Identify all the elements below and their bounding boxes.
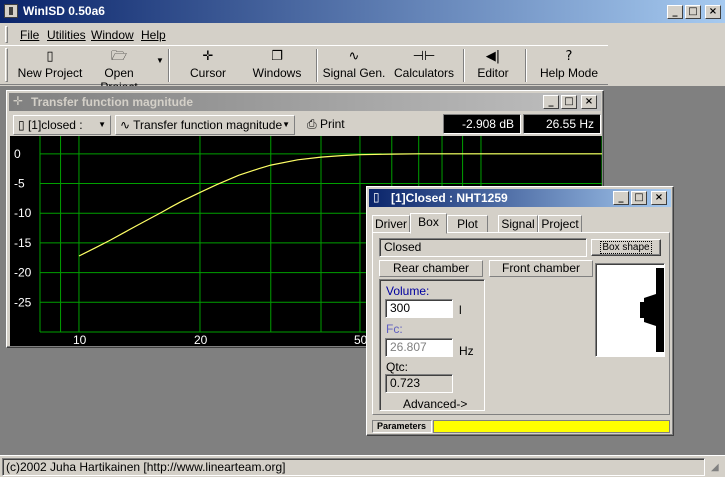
graph-select[interactable]: ∿ Transfer function magnitude ▼ [115, 115, 295, 135]
calculator-icon: ⊣⊢ [412, 49, 436, 64]
db-readout: -2.908 dB [443, 114, 521, 134]
box-shape-preview [595, 263, 665, 357]
box-type-select[interactable]: Closed [379, 238, 587, 257]
help-mode-button[interactable]: ? Help Mode [536, 48, 602, 84]
tab-box[interactable]: Box [410, 213, 447, 234]
chevron-down-icon: ▼ [282, 120, 290, 129]
maximize-icon[interactable]: □ [685, 5, 701, 19]
y-tick-label: -20 [14, 266, 32, 280]
menu-utilities[interactable]: Utilities [47, 28, 86, 42]
box-shape-button[interactable]: Box shape [591, 239, 661, 256]
fc-label: Fc: [386, 322, 403, 336]
menu-bar: File Utilities Window Help [0, 23, 725, 45]
y-tick-label: -15 [14, 236, 32, 250]
crosshair-icon: ✛ [13, 94, 24, 108]
maximize-icon[interactable]: □ [631, 191, 647, 205]
folder-icon: 🗁 [110, 49, 128, 64]
transfer-window-title-bar[interactable]: ✛ Transfer function magnitude _ □ × [9, 93, 601, 111]
box-properties-window: ▯ [1]Closed : NHT1259 _ □ × Driver Box P… [366, 186, 674, 436]
help-icon: ? [565, 49, 573, 64]
editor-button[interactable]: ◀| Editor [469, 48, 517, 84]
rear-chamber-button[interactable]: Rear chamber [379, 260, 483, 277]
qtc-label: Qtc: [386, 360, 409, 374]
fc-unit: Hz [459, 344, 474, 358]
y-tick-label: -5 [14, 177, 25, 191]
maximize-icon[interactable]: □ [561, 95, 577, 109]
menu-window[interactable]: Window [91, 28, 134, 42]
volume-input[interactable]: 300 [385, 299, 453, 318]
project-icon: ▯ [373, 190, 380, 204]
sine-wave-icon: ∿ [348, 49, 360, 64]
tab-driver[interactable]: Driver [372, 215, 410, 233]
speaker-icon: ◀| [485, 49, 501, 64]
new-project-icon: ▯ [46, 49, 54, 64]
tab-project[interactable]: Project [538, 215, 582, 233]
app-title-bar[interactable]: WinISD 0.50a6 _ □ × [0, 0, 725, 23]
volume-unit: l [459, 303, 462, 317]
chevron-down-icon: ▼ [98, 120, 106, 129]
front-chamber-button[interactable]: Front chamber [489, 260, 593, 277]
app-title: WinISD 0.50a6 [23, 4, 105, 18]
app-icon[interactable] [4, 4, 18, 18]
volume-label: Volume: [386, 284, 430, 298]
printer-icon: ⎙ [307, 117, 320, 131]
hz-readout: 26.55 Hz [523, 114, 601, 134]
tab-plot[interactable]: Plot [447, 215, 488, 233]
close-icon[interactable]: × [705, 5, 721, 19]
signal-gen-button[interactable]: ∿ Signal Gen. [322, 48, 386, 84]
box-window-title: [1]Closed : NHT1259 [391, 191, 508, 205]
advanced-button[interactable]: Advanced-> [403, 397, 467, 411]
menu-help[interactable]: Help [141, 28, 166, 42]
open-project-dropdown-icon[interactable]: ▼ [156, 56, 164, 65]
main-toolbar: ▯ New Project 🗁 Open Project ▼ ✛ Cursor … [0, 45, 608, 94]
box-tab-panel: Closed Box shape Rear chamber Front cham… [372, 232, 670, 415]
calculators-button[interactable]: ⊣⊢ Calculators [392, 48, 456, 84]
project-icon: ▯ [18, 118, 28, 132]
tab-signal[interactable]: Signal [498, 215, 538, 233]
menu-grip[interactable] [5, 26, 8, 43]
crosshair-icon: ✛ [202, 49, 214, 64]
minimize-icon[interactable]: _ [613, 191, 629, 205]
parameters-label: Parameters [372, 420, 432, 433]
status-text: (c)2002 Juha Hartikainen [http://www.lin… [2, 458, 705, 476]
qtc-value: 0.723 [385, 374, 453, 393]
toolbar-grip[interactable] [5, 48, 8, 82]
fc-input[interactable]: 26.807 [385, 338, 453, 357]
open-project-button[interactable]: 🗁 Open Project [85, 48, 153, 94]
transfer-window-title: Transfer function magnitude [31, 95, 194, 109]
minimize-icon[interactable]: _ [667, 5, 683, 19]
status-bar: (c)2002 Juha Hartikainen [http://www.lin… [0, 455, 725, 477]
close-icon[interactable]: × [651, 191, 667, 205]
resize-grip-icon[interactable]: ◢ [711, 463, 723, 475]
y-tick-label: 0 [14, 147, 21, 161]
parameters-progress-bar [433, 420, 670, 433]
close-icon[interactable]: × [581, 95, 597, 109]
project-select[interactable]: ▯ [1]closed : ▼ [13, 115, 111, 135]
x-tick-label: 10 [73, 333, 87, 346]
box-window-title-bar[interactable]: ▯ [1]Closed : NHT1259 _ □ × [369, 189, 671, 207]
cursor-button[interactable]: ✛ Cursor [178, 48, 238, 84]
print-button[interactable]: ⎙ Print [303, 115, 363, 135]
windows-button[interactable]: ❐ Windows [246, 48, 308, 84]
y-tick-label: -10 [14, 206, 32, 220]
driver-in-box-icon [640, 268, 664, 352]
x-tick-label: 20 [194, 333, 208, 346]
sine-wave-icon: ∿ [120, 118, 134, 132]
new-project-button[interactable]: ▯ New Project [16, 48, 84, 84]
y-tick-label: -25 [14, 295, 32, 309]
menu-file[interactable]: File [20, 28, 39, 42]
minimize-icon[interactable]: _ [543, 95, 559, 109]
windows-icon: ❐ [271, 49, 283, 64]
